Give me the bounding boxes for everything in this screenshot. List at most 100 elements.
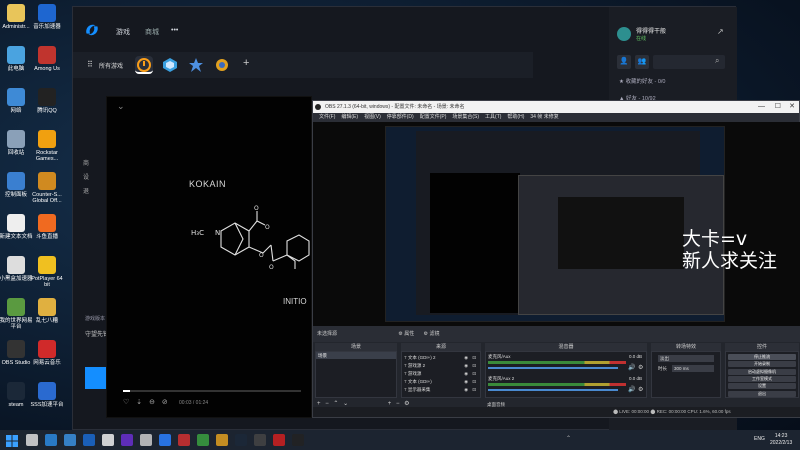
source-item[interactable]: T 文本 (GDI+) ◉ ⊡ (404, 378, 478, 385)
taskbar-app-icon[interactable] (273, 434, 285, 446)
visibility-icon[interactable]: ◉ (464, 386, 468, 393)
volume-slider[interactable] (488, 367, 618, 369)
taskbar-app-icon[interactable] (254, 434, 266, 446)
battlenet-logo-icon[interactable] (83, 21, 101, 39)
channel-settings-icon[interactable]: ⚙ (638, 386, 643, 393)
progress-bar[interactable] (123, 390, 301, 392)
filters-button[interactable]: ⚙ 滤镜 (424, 331, 440, 337)
taskbar-app-icon[interactable] (121, 434, 133, 446)
starcraft-icon[interactable] (187, 56, 205, 74)
user-status[interactable]: 在线 (636, 35, 646, 42)
lock-icon[interactable]: ⊡ (472, 370, 476, 377)
menu-item[interactable]: 退 (83, 185, 89, 199)
menu-item[interactable]: 设 (83, 171, 89, 185)
desktop-icon[interactable]: Among Us (28, 46, 66, 72)
taskbar-app-icon[interactable] (178, 434, 190, 446)
volume-slider[interactable] (488, 389, 618, 391)
lock-icon[interactable]: ⊡ (472, 386, 476, 393)
close-icon[interactable]: ✕ (789, 101, 795, 113)
desktop-icon[interactable]: 网易云音乐 (28, 340, 66, 366)
obs-control-button[interactable]: 开始录制 (728, 361, 796, 368)
taskbar-app-icon[interactable] (26, 434, 38, 446)
wow-icon[interactable] (213, 56, 231, 74)
speaker-icon[interactable]: 🔊 (628, 364, 635, 371)
menu-item[interactable]: 商 (83, 157, 89, 171)
external-link-icon[interactable]: ↗ (717, 27, 724, 36)
desktop-icon[interactable]: Counter-S... Global Off... (28, 172, 66, 204)
duration-input[interactable]: 300 ms (672, 365, 714, 372)
source-item[interactable]: T 显示器采集 ◉ ⊡ (404, 386, 478, 393)
desktop-icon[interactable]: PotPlayer 64 bit (28, 256, 66, 288)
overwatch-icon[interactable] (135, 56, 153, 74)
minus-icon[interactable]: ⊖ (149, 399, 155, 406)
source-item[interactable]: T 游戏源 2 ◉ ⊡ (404, 362, 478, 369)
tray-arrow-icon[interactable]: ⌃ (566, 436, 571, 442)
obs-menu-item[interactable]: 文件(F) (319, 114, 335, 120)
obs-control-button[interactable]: 工作室模式 (728, 375, 796, 382)
hearthstone-icon[interactable] (161, 56, 179, 74)
scene-item[interactable]: 场景 (316, 352, 396, 359)
taskbar-app-icon[interactable] (292, 434, 304, 446)
taskbar-app-icon[interactable] (235, 434, 247, 446)
avatar[interactable] (617, 27, 631, 41)
desktop-icon[interactable]: 斗鱼直播 (28, 214, 66, 240)
speaker-icon[interactable]: 🔊 (628, 386, 635, 393)
visibility-icon[interactable]: ◉ (464, 354, 468, 361)
obs-menu-item[interactable]: 场景集合(S) (452, 114, 479, 120)
desktop-icon[interactable]: SSS加速平台 (28, 382, 66, 408)
source-item[interactable]: T 游戏源 ◉ ⊡ (404, 370, 478, 377)
minimize-icon[interactable]: — (758, 101, 765, 113)
obs-menu-item[interactable]: 视图(V) (364, 114, 381, 120)
taskbar-app-icon[interactable] (216, 434, 228, 446)
visibility-icon[interactable]: ◉ (464, 378, 468, 385)
taskbar-app-icon[interactable] (140, 434, 152, 446)
desktop-icon[interactable]: 乱七八糟 (28, 298, 66, 324)
lock-icon[interactable]: ⊡ (472, 354, 476, 361)
visibility-icon[interactable]: ◉ (464, 370, 468, 377)
taskbar-app-icon[interactable] (64, 434, 76, 446)
block-icon[interactable]: ⊘ (162, 399, 168, 406)
obs-menu-item[interactable]: 编辑(E) (341, 114, 358, 120)
all-games-button[interactable]: 所有游戏 (99, 61, 123, 70)
obs-menu-item[interactable]: 停靠部件(D) (387, 114, 414, 120)
user-name[interactable]: 得得得干般 (636, 26, 666, 35)
source-item[interactable]: T 文本 (GDI+) 2 ◉ ⊡ (404, 354, 478, 361)
obs-control-button[interactable]: 退出 (728, 390, 796, 397)
taskbar-app-icon[interactable] (159, 434, 171, 446)
collapse-chevron-icon[interactable]: ⌄ (117, 101, 125, 112)
play-button[interactable] (85, 367, 107, 389)
desktop-icon[interactable]: Rockstar Games... (28, 130, 66, 162)
taskbar-app-icon[interactable] (45, 434, 57, 446)
taskbar-app-icon[interactable] (102, 434, 114, 446)
channel-settings-icon[interactable]: ⚙ (638, 364, 643, 371)
clock[interactable]: 14:23 2022/2/13 (770, 433, 792, 447)
obs-preview[interactable] (313, 122, 800, 326)
search-icon[interactable]: ⌕ (715, 56, 719, 66)
desktop-icon[interactable]: 腾讯QQ (28, 88, 66, 114)
add-game-icon[interactable]: + (243, 57, 249, 69)
visibility-icon[interactable]: ◉ (464, 362, 468, 369)
lock-icon[interactable]: ⊡ (472, 378, 476, 385)
properties-button[interactable]: ⚙ 属性 (398, 331, 414, 337)
obs-menu-item[interactable]: 帮助(H) (507, 114, 524, 120)
transition-select[interactable]: 淡出 (658, 355, 714, 362)
download-icon[interactable]: ⇣ (136, 399, 142, 406)
tab-shop[interactable]: 商城 (145, 27, 159, 37)
obs-menu-item[interactable]: 34 帧 未修复 (530, 114, 558, 120)
obs-control-button[interactable]: 设置 (728, 383, 796, 390)
desktop-icon[interactable]: 音乐加速器 (28, 4, 66, 30)
tab-games[interactable]: 游戏 (116, 27, 130, 37)
like-icon[interactable]: ♡ (123, 399, 129, 406)
maximize-icon[interactable]: ☐ (775, 101, 781, 113)
start-button[interactable] (6, 434, 18, 447)
obs-menu-item[interactable]: 配置文件(P) (420, 114, 447, 120)
obs-control-button[interactable]: 启动虚拟摄像机 (728, 368, 796, 375)
add-group-button[interactable]: 👥 (635, 55, 649, 69)
taskbar-app-icon[interactable] (83, 434, 95, 446)
lock-icon[interactable]: ⊡ (472, 362, 476, 369)
language-indicator[interactable]: ENG (754, 436, 765, 442)
taskbar-app-icon[interactable] (197, 434, 209, 446)
more-menu-icon[interactable]: ••• (171, 27, 178, 34)
obs-menu-item[interactable]: 工具(T) (485, 114, 501, 120)
obs-control-button[interactable]: 停止推流 (728, 354, 796, 360)
